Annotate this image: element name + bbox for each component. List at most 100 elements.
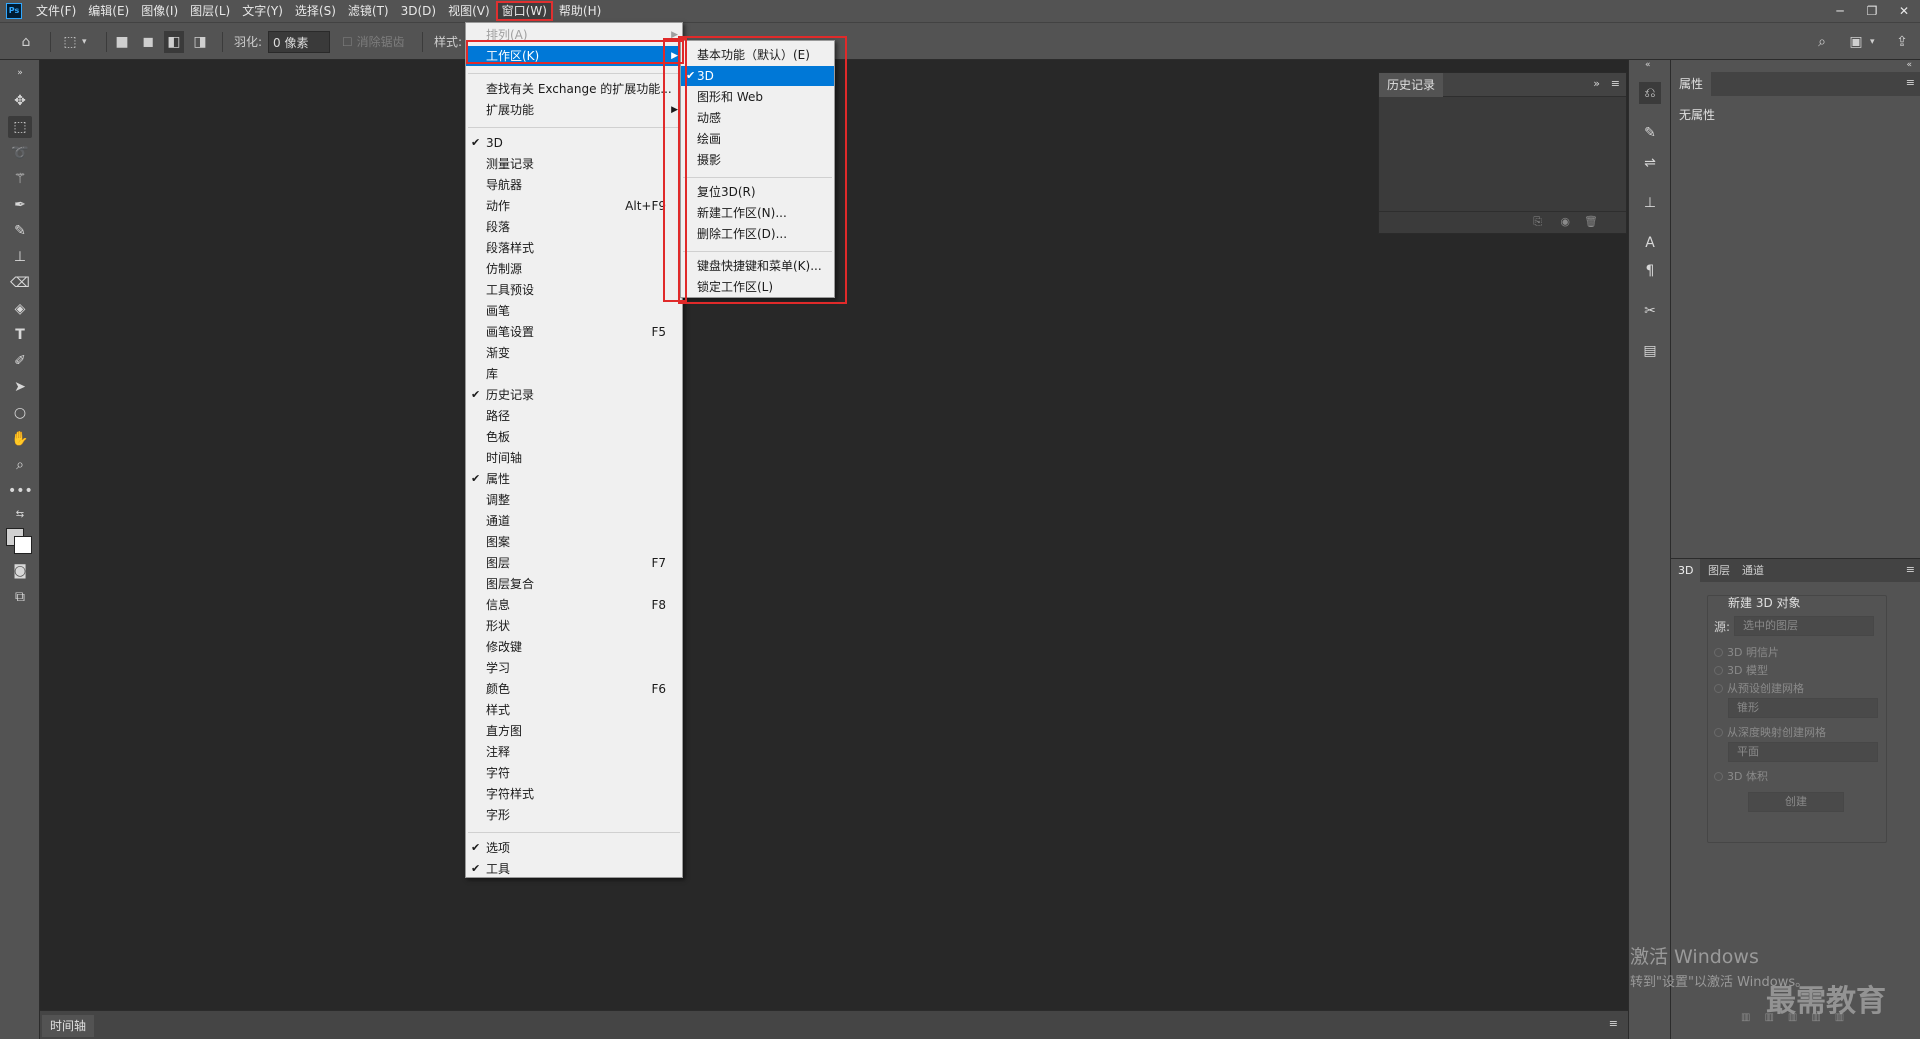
window-menu-item-15[interactable]: 画笔设置 F5 [466,322,682,342]
close-icon[interactable]: ✕ [1888,0,1920,22]
window-menu-item-33[interactable]: 样式 [466,700,682,720]
home-icon[interactable]: ⌂ [16,31,36,53]
window-menu-item-20[interactable]: 色板 [466,427,682,447]
antialias-checkbox[interactable]: ☐ 消除锯齿 [342,31,405,53]
window-menu-item-41[interactable]: ✔ 工具 [466,859,682,879]
stamp-tool-icon[interactable]: ⊥ [8,246,32,268]
window-menu-item-16[interactable]: 渐变 [466,343,682,363]
window-menu-item-4[interactable]: 扩展功能 ▶ [466,100,682,120]
new-selection-icon[interactable]: ■ [112,31,132,53]
trash-icon[interactable]: 🗑 [1584,215,1598,228]
move-tool-icon[interactable]: ✥ [8,90,32,112]
subtract-selection-icon[interactable]: ◧ [164,31,184,53]
window-menu-item-28[interactable]: 信息 F8 [466,595,682,615]
window-menu-item-26[interactable]: 图层 F7 [466,553,682,573]
menu-type[interactable]: 文字(Y) [236,1,289,21]
more-tools-icon[interactable]: ••• [8,480,33,502]
path-select-icon[interactable]: ➤ [8,376,32,398]
chevron-down-icon[interactable]: ▾ [82,31,87,53]
collapse-icon[interactable]: « [1906,60,1912,70]
tab-channels[interactable]: 通道 [1735,559,1771,583]
window-menu-item-29[interactable]: 形状 [466,616,682,636]
tab-timeline[interactable]: 时间轴 [42,1015,95,1037]
marquee-preset-icon[interactable]: ⬚ [60,31,80,53]
tab-3d[interactable]: 3D [1671,559,1701,583]
window-menu-item-30[interactable]: 修改键 [466,637,682,657]
minimize-icon[interactable]: ─ [1824,0,1856,22]
brush-dock-icon[interactable]: ✎ [1639,122,1661,144]
quick-mask-icon[interactable]: ◙ [8,560,32,582]
ellipse-tool-icon[interactable]: ○ [8,402,32,424]
intersect-selection-icon[interactable]: ◨ [190,31,210,53]
window-menu-item-31[interactable]: 学习 [466,658,682,678]
character-dock-icon[interactable]: A [1639,232,1661,254]
collapse-icon[interactable]: « [1645,60,1651,70]
menu-help[interactable]: 帮助(H) [553,1,607,21]
swap-colors-icon[interactable]: ⇆ [8,504,32,526]
paragraph-dock-icon[interactable]: ¶ [1639,260,1661,282]
lasso-tool-icon[interactable]: ➰ [8,142,32,164]
window-menu-item-22[interactable]: ✔ 属性 [466,469,682,489]
collapse-icon[interactable]: » [8,62,32,84]
tab-properties[interactable]: 属性 [1671,72,1712,96]
zoom-tool-icon[interactable]: ⌕ [8,454,32,476]
window-menu-item-23[interactable]: 调整 [466,490,682,510]
window-menu-item-11[interactable]: 段落样式 [466,238,682,258]
window-menu-item-24[interactable]: 通道 [466,511,682,531]
option-postcard[interactable]: 3D 明信片 [1714,644,1779,660]
camera-icon[interactable]: ◉ [1560,215,1570,228]
preset-select[interactable]: 锥形 [1728,698,1878,718]
window-menu-item-7[interactable]: 测量记录 [466,154,682,174]
window-menu-item-35[interactable]: 注释 [466,742,682,762]
clone-source-dock-icon[interactable]: ⊥ [1639,192,1661,214]
menu-3d[interactable]: 3D(D) [395,1,442,21]
window-menu-item-40[interactable]: ✔ 选项 [466,838,682,858]
search-icon[interactable]: ⌕ [1812,31,1832,53]
chevron-down-icon[interactable]: ▾ [1870,31,1875,53]
menu-file[interactable]: 文件(F) [30,1,82,21]
new-document-icon[interactable]: ⎘ [1533,215,1542,229]
restore-icon[interactable]: ❐ [1856,0,1888,22]
menu-image[interactable]: 图像(I) [135,1,184,21]
hand-tool-icon[interactable]: ✋ [8,428,32,450]
expand-icon[interactable]: » [1593,77,1600,90]
window-menu-item-37[interactable]: 字符样式 [466,784,682,804]
menu-window[interactable]: 窗口(W) [495,1,553,21]
brush-tool-icon[interactable]: ✎ [8,220,32,242]
window-menu-item-19[interactable]: 路径 [466,406,682,426]
source-select[interactable]: 选中的图层 [1734,616,1874,636]
type-tool-icon[interactable]: T [8,324,32,346]
option-volume[interactable]: 3D 体积 [1714,768,1768,784]
pen-tool-icon[interactable]: ✐ [8,350,32,372]
magic-wand-icon[interactable]: ⚚ [8,168,32,190]
panel-menu-icon[interactable]: ≡ [1609,1017,1618,1030]
background-color-swatch[interactable] [14,536,32,554]
marquee-tool-icon[interactable]: ⬚ [8,116,32,138]
depth-select[interactable]: 平面 [1728,742,1878,762]
window-menu-item-21[interactable]: 时间轴 [466,448,682,468]
option-model[interactable]: 3D 模型 [1714,662,1768,678]
tab-layers[interactable]: 图层 [1701,559,1737,583]
window-menu-item-38[interactable]: 字形 [466,805,682,825]
menu-view[interactable]: 视图(V) [442,1,496,21]
window-menu-item-3[interactable]: 查找有关 Exchange 的扩展功能... [466,79,682,99]
paint-bucket-icon[interactable]: ◈ [8,298,32,320]
window-menu-item-25[interactable]: 图案 [466,532,682,552]
window-menu-item-12[interactable]: 仿制源 [466,259,682,279]
panel-menu-icon[interactable]: ≡ [1611,77,1620,90]
window-menu-item-10[interactable]: 段落 [466,217,682,237]
window-menu-item-13[interactable]: 工具预设 [466,280,682,300]
window-menu-item-18[interactable]: ✔ 历史记录 [466,385,682,405]
window-menu-item-27[interactable]: 图层复合 [466,574,682,594]
menu-filter[interactable]: 滤镜(T) [342,1,395,21]
adjustments-dock-icon[interactable]: ⇌ [1639,152,1661,174]
eraser-tool-icon[interactable]: ⌫ [8,272,32,294]
library-dock-icon[interactable]: ▤ [1639,340,1661,362]
window-menu-item-9[interactable]: 动作 Alt+F9 [466,196,682,216]
menu-edit[interactable]: 编辑(E) [82,1,135,21]
eyedropper-icon[interactable]: ✒ [8,194,32,216]
window-menu-item-6[interactable]: ✔ 3D [466,133,682,153]
workspace-icon[interactable]: ▣ [1846,31,1866,53]
history-dock-icon[interactable]: ⎌ [1639,82,1661,104]
window-menu-item-14[interactable]: 画笔 [466,301,682,321]
